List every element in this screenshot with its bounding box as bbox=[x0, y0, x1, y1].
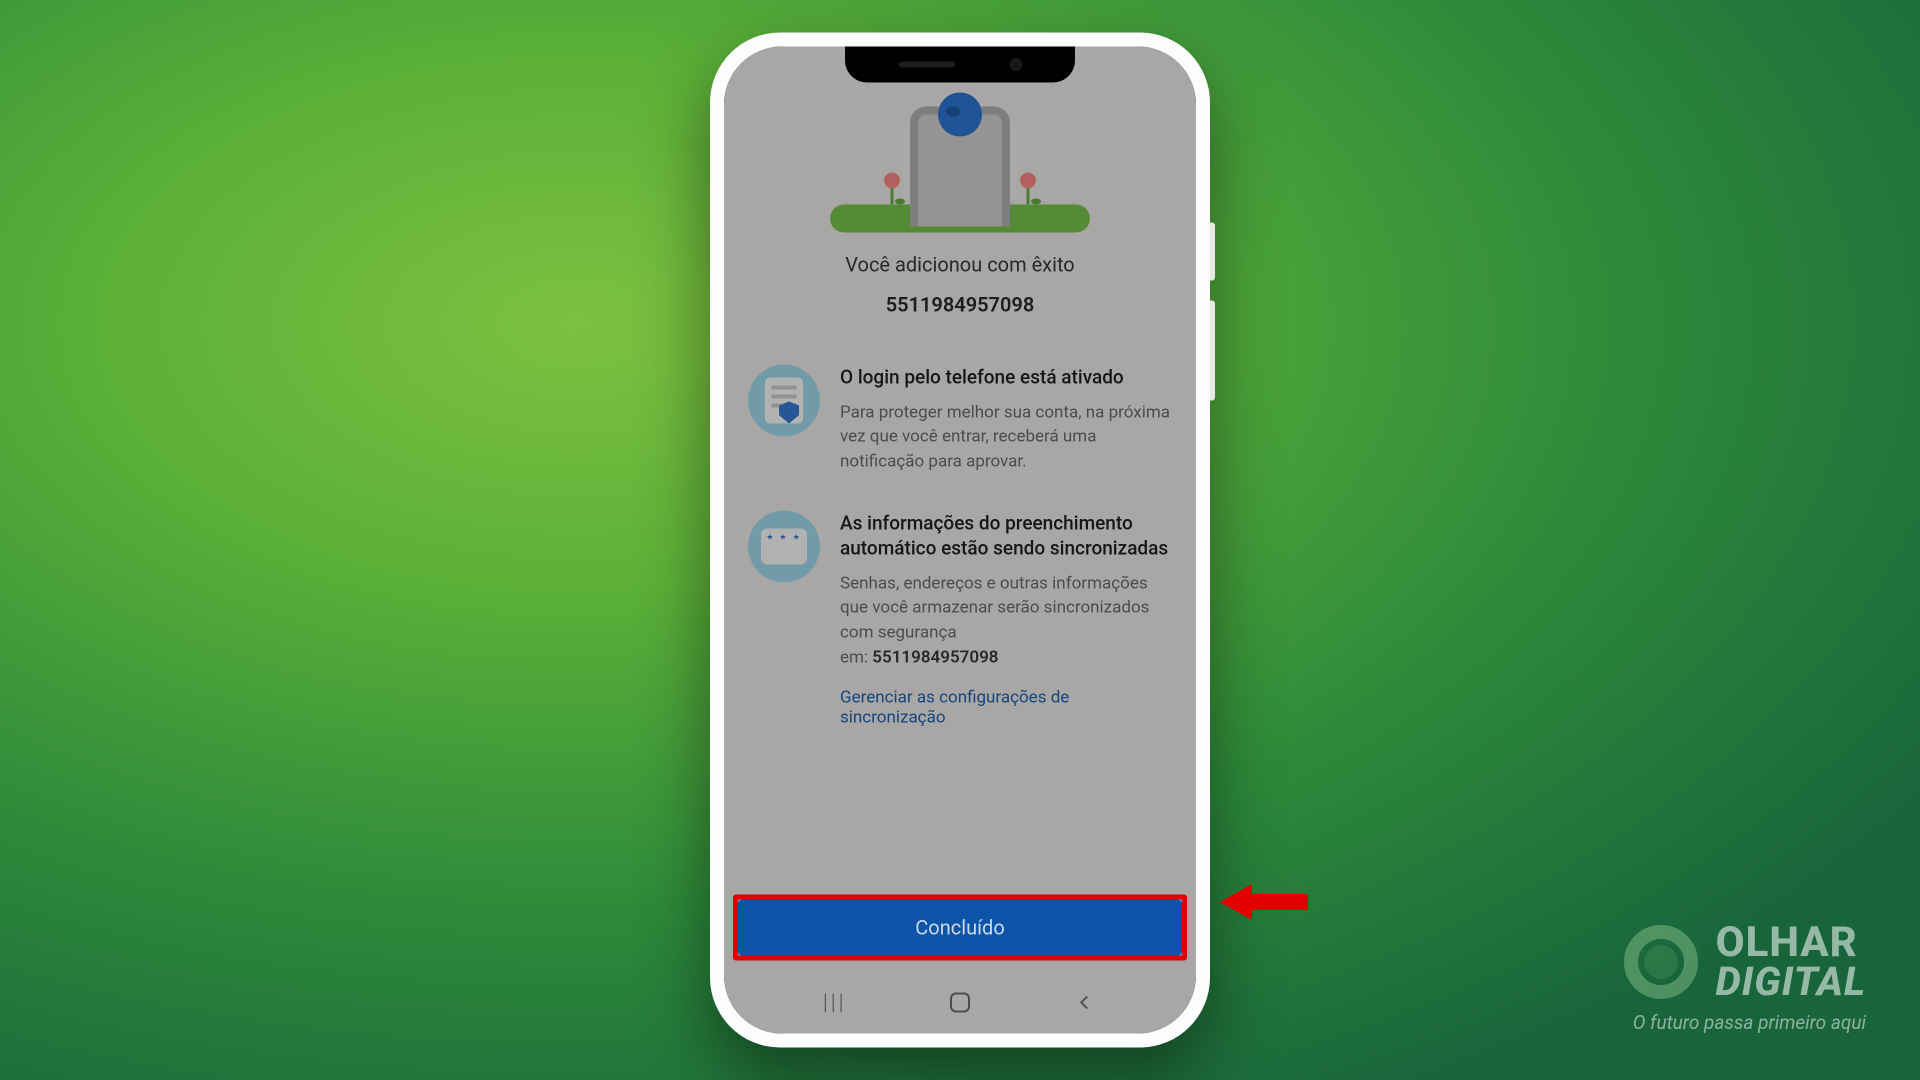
hero-illustration bbox=[748, 103, 1172, 233]
android-nav-bar: ||| bbox=[724, 972, 1196, 1034]
feature-title: O login pelo telefone está ativado bbox=[840, 365, 1172, 391]
phone-shield-icon bbox=[748, 365, 820, 437]
manage-sync-link[interactable]: Gerenciar as configurações de sincroniza… bbox=[840, 688, 1172, 728]
speaker-icon bbox=[899, 62, 955, 68]
feature-description: Senhas, endereços e outras informações q… bbox=[840, 571, 1172, 670]
success-message: Você adicionou com êxito bbox=[748, 253, 1172, 277]
feature-description: Para proteger melhor sua conta, na próxi… bbox=[840, 400, 1172, 474]
side-button bbox=[1210, 301, 1215, 401]
globe-icon bbox=[938, 93, 982, 137]
screen: Você adicionou com êxito 5511984957098 O… bbox=[724, 47, 1196, 1034]
done-button[interactable]: Concluído bbox=[738, 900, 1182, 956]
phone-frame: Você adicionou com êxito 5511984957098 O… bbox=[710, 33, 1210, 1048]
feature-autofill-sync: As informações do preenchimento automáti… bbox=[748, 510, 1172, 728]
brand-name-line2: DIGITAL bbox=[1716, 963, 1866, 1001]
done-button-label: Concluído bbox=[915, 916, 1004, 940]
brand-tagline: O futuro passa primeiro aqui bbox=[1633, 1011, 1866, 1034]
feature-phone-login: O login pelo telefone está ativado Para … bbox=[748, 365, 1172, 475]
recent-apps-button[interactable]: ||| bbox=[823, 991, 847, 1015]
feature-title: As informações do preenchimento automáti… bbox=[840, 510, 1172, 561]
phone-notch bbox=[845, 47, 1075, 83]
phone-body: Você adicionou com êxito 5511984957098 O… bbox=[724, 47, 1196, 1034]
added-phone-number: 5511984957098 bbox=[748, 293, 1172, 317]
brand-logo-icon bbox=[1624, 925, 1698, 999]
side-button bbox=[1210, 223, 1215, 281]
device-illustration-icon bbox=[910, 107, 1010, 227]
sync-icon bbox=[748, 510, 820, 582]
brand-watermark: OLHAR DIGITAL O futuro passa primeiro aq… bbox=[1624, 923, 1866, 1034]
front-camera-icon bbox=[1010, 59, 1022, 71]
annotation-arrow-icon bbox=[1220, 880, 1308, 924]
home-button[interactable] bbox=[948, 991, 972, 1015]
back-button[interactable] bbox=[1073, 991, 1097, 1015]
